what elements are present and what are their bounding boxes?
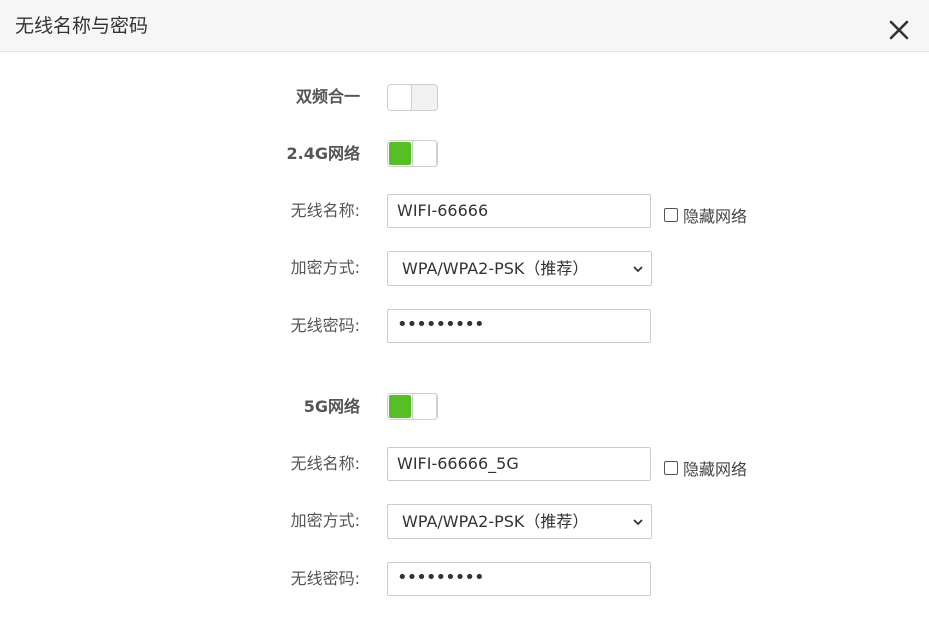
dual-band-label: 双频合一 (295, 87, 360, 106)
encryption-24g-select[interactable]: WPA/WPA2-PSK（推荐） (387, 251, 652, 286)
encryption-5g-value: WPA/WPA2-PSK（推荐） (402, 512, 589, 531)
toggle-knob (412, 394, 437, 419)
encryption-24g-value: WPA/WPA2-PSK（推荐） (402, 259, 589, 278)
password-24g-input[interactable]: ••••••••• (387, 309, 651, 343)
dialog-header: 无线名称与密码 (0, 0, 929, 52)
hide-network-5g-checkbox[interactable] (664, 461, 678, 475)
encryption-5g-select[interactable]: WPA/WPA2-PSK（推荐） (387, 504, 652, 539)
toggle-fill (389, 395, 411, 418)
close-icon (889, 20, 909, 40)
wireless-settings-dialog: 无线名称与密码 双频合一 2.4G网络 无线名称: WIFI-66666 隐藏网… (0, 0, 929, 640)
dialog-title: 无线名称与密码 (15, 15, 149, 37)
toggle-knob (412, 141, 437, 166)
password-5g-label: 无线密码: (290, 569, 360, 588)
chevron-down-icon (633, 266, 643, 273)
hide-network-24g-label: 隐藏网络 (683, 207, 748, 226)
password-24g-label: 无线密码: (290, 316, 360, 335)
dual-band-toggle[interactable] (387, 84, 438, 111)
toggle-fill (389, 142, 411, 165)
band-24g-label: 2.4G网络 (286, 144, 360, 163)
toggle-knob (388, 85, 412, 110)
chevron-down-icon (633, 519, 643, 526)
ssid-5g-label: 无线名称: (290, 454, 360, 473)
password-5g-input[interactable]: ••••••••• (387, 562, 651, 596)
band-24g-toggle[interactable] (387, 140, 438, 167)
ssid-5g-input[interactable]: WIFI-66666_5G (387, 447, 651, 481)
close-button[interactable] (886, 17, 912, 43)
hide-network-24g-checkbox[interactable] (664, 208, 678, 222)
band-5g-label: 5G网络 (303, 397, 360, 416)
ssid-24g-label: 无线名称: (290, 201, 360, 220)
hide-network-5g-label: 隐藏网络 (683, 460, 748, 479)
hide-network-24g[interactable]: 隐藏网络 (664, 203, 747, 227)
band-5g-toggle[interactable] (387, 393, 438, 420)
hide-network-5g[interactable]: 隐藏网络 (664, 456, 747, 480)
encryption-24g-label: 加密方式: (290, 258, 360, 277)
encryption-5g-label: 加密方式: (290, 511, 360, 530)
ssid-24g-input[interactable]: WIFI-66666 (387, 194, 651, 228)
